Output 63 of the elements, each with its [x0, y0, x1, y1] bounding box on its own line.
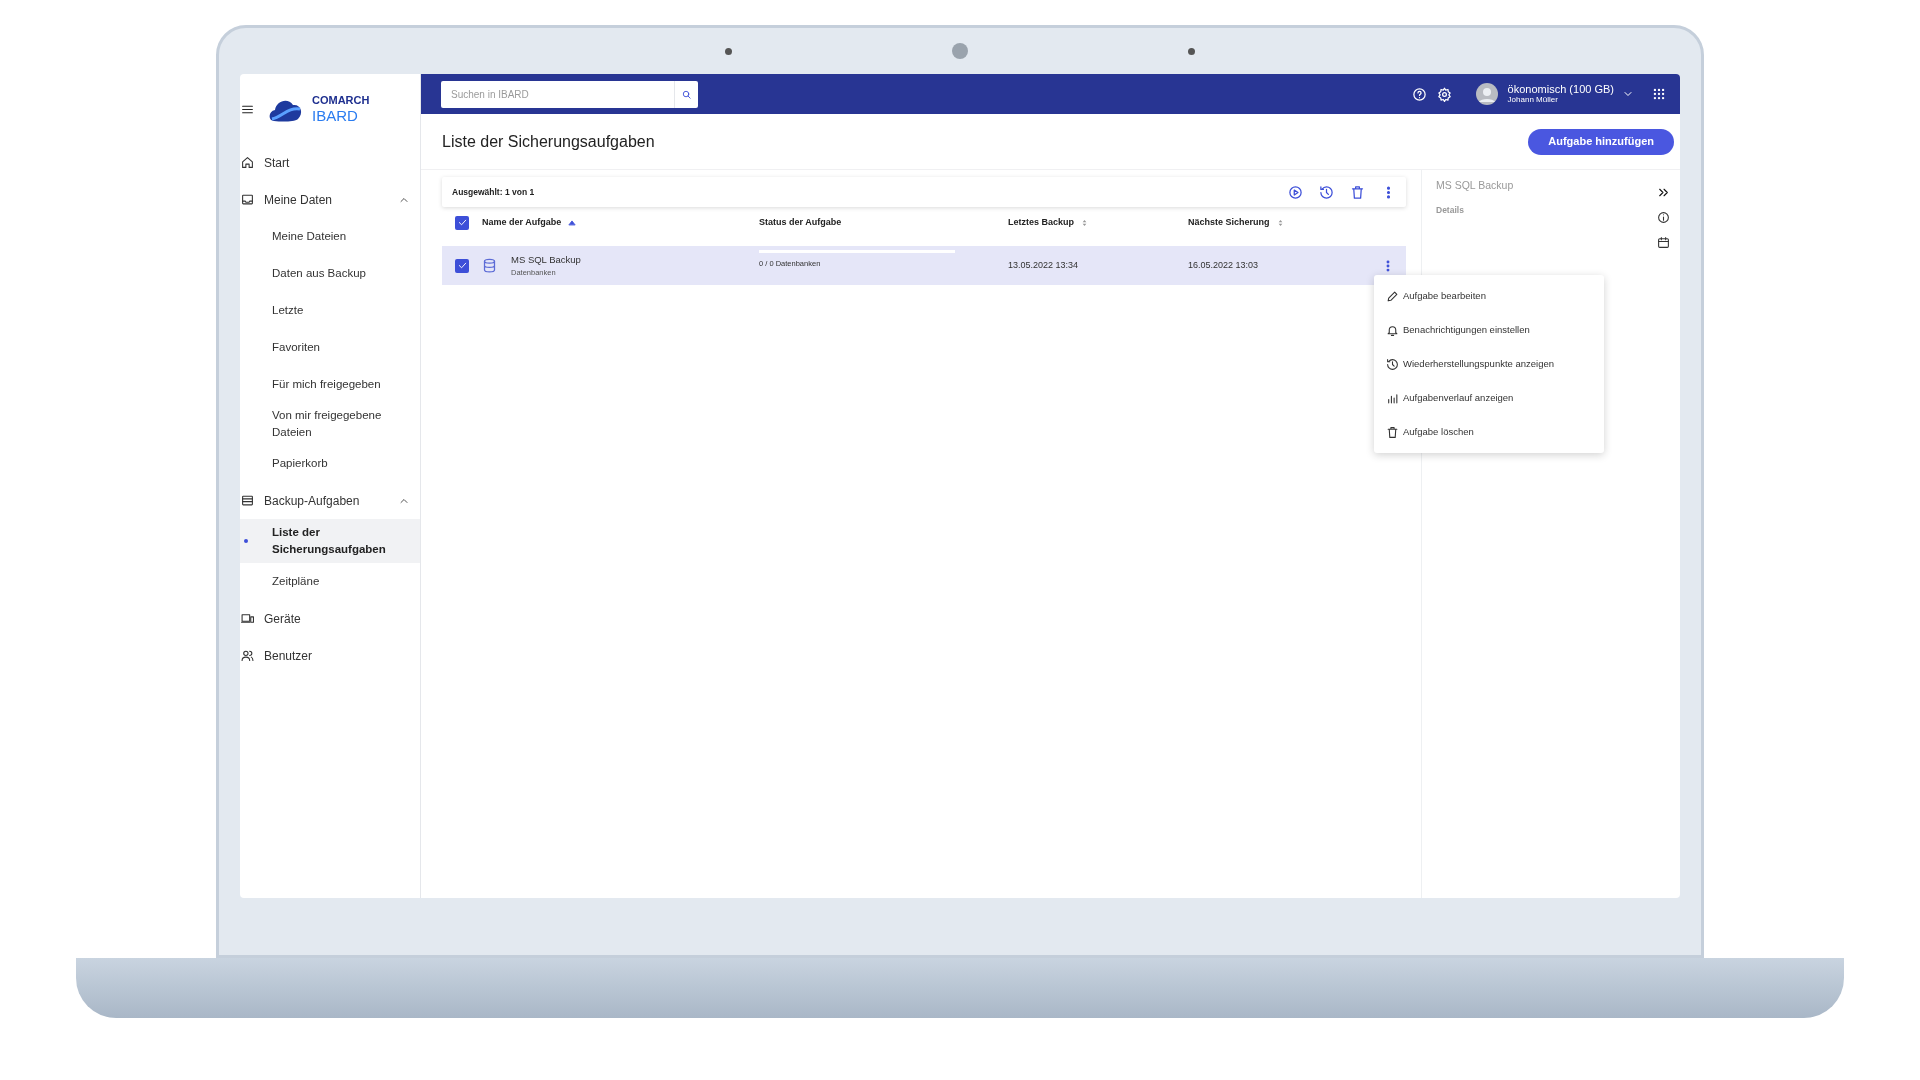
nav-item[interactable]: Favoriten: [272, 339, 320, 356]
sort-ascending-icon[interactable]: [567, 217, 578, 228]
checkbox[interactable]: [455, 258, 469, 273]
search-field[interactable]: Suchen in IBARD: [441, 80, 674, 108]
check-icon: [456, 260, 468, 271]
check-icon: [456, 217, 468, 228]
menu-item[interactable]: Aufgabe löschen: [1374, 415, 1604, 449]
plan-name[interactable]: ökonomisch (100 GB): [1507, 84, 1614, 96]
column-header[interactable]: Letztes Backup: [1008, 215, 1075, 230]
nav-item[interactable]: Zeitpläne: [272, 573, 320, 590]
logo-text: IBARD: [312, 108, 359, 123]
column-header[interactable]: Nächste Sicherung: [1188, 215, 1270, 230]
calendar-icon[interactable]: [1657, 236, 1670, 249]
list-icon: [241, 494, 254, 507]
nav-item[interactable]: Benutzer: [240, 637, 420, 674]
home-icon: [241, 156, 254, 169]
user-name: Johann Müller: [1507, 95, 1559, 104]
expand-icon[interactable]: [1657, 186, 1670, 199]
panel-title: MS SQL Backup: [1436, 178, 1515, 193]
avatar[interactable]: [1475, 83, 1498, 105]
nav-item[interactable]: Letzte: [272, 302, 304, 319]
nav-item[interactable]: Für mich freigegeben: [272, 376, 381, 393]
history-icon[interactable]: [1319, 184, 1334, 200]
apps-grid-icon[interactable]: [1652, 87, 1666, 101]
help-icon[interactable]: [1411, 86, 1427, 102]
nav-item[interactable]: Start: [240, 144, 420, 181]
selection-count: Ausgewählt: 1 von 1: [452, 185, 536, 199]
column-header[interactable]: Status der Aufgabe: [759, 215, 842, 230]
last-backup: 13.05.2022 13:34: [1008, 258, 1080, 272]
menu-item[interactable]: Wiederherstellungspunkte anzeigen: [1374, 347, 1604, 381]
checkbox[interactable]: [455, 215, 469, 230]
bell-icon: [1386, 323, 1399, 337]
history-icon: [1386, 357, 1399, 371]
nav-item[interactable]: Backup-Aufgaben: [240, 482, 420, 519]
search-icon: [681, 88, 692, 100]
menu-item[interactable]: Benachrichtigungen einstellen: [1374, 313, 1604, 347]
nav-item[interactable]: Papierkorb: [272, 455, 328, 472]
trash-icon: [1386, 425, 1399, 439]
play-icon[interactable]: [1288, 184, 1303, 200]
tray-icon: [241, 193, 254, 206]
menu-item[interactable]: Aufgabenverlauf anzeigen: [1374, 381, 1604, 415]
bar-chart-icon: [1386, 391, 1399, 405]
logo[interactable]: COMARCH IBARD: [268, 95, 370, 123]
camera-lens: [952, 43, 968, 59]
logo-text: COMARCH: [312, 95, 370, 106]
nav-item[interactable]: Geräte: [240, 600, 420, 637]
trash-icon[interactable]: [1350, 184, 1365, 200]
settings-icon[interactable]: [1436, 86, 1452, 102]
nav-item[interactable]: Meine Daten: [240, 181, 420, 218]
devices-icon: [241, 612, 254, 625]
column-header[interactable]: Name der Aufgabe: [482, 215, 562, 230]
page-title: Liste der Sicherungsaufgaben: [442, 131, 655, 152]
task-name: MS SQL Backup: [511, 253, 582, 266]
database-icon: [482, 258, 497, 273]
nav-item[interactable]: Daten aus Backup: [272, 265, 366, 282]
next-backup: 16.05.2022 13:03: [1188, 258, 1260, 272]
nav-item[interactable]: Meine Dateien: [272, 228, 347, 245]
users-icon: [241, 649, 254, 662]
add-task-button[interactable]: Aufgabe hinzufügen: [1528, 128, 1674, 155]
search-button[interactable]: [674, 80, 698, 108]
pencil-icon: [1386, 289, 1399, 303]
nav-item[interactable]: Von mir freigegebene Dateien: [272, 407, 406, 441]
info-icon[interactable]: [1657, 211, 1670, 224]
